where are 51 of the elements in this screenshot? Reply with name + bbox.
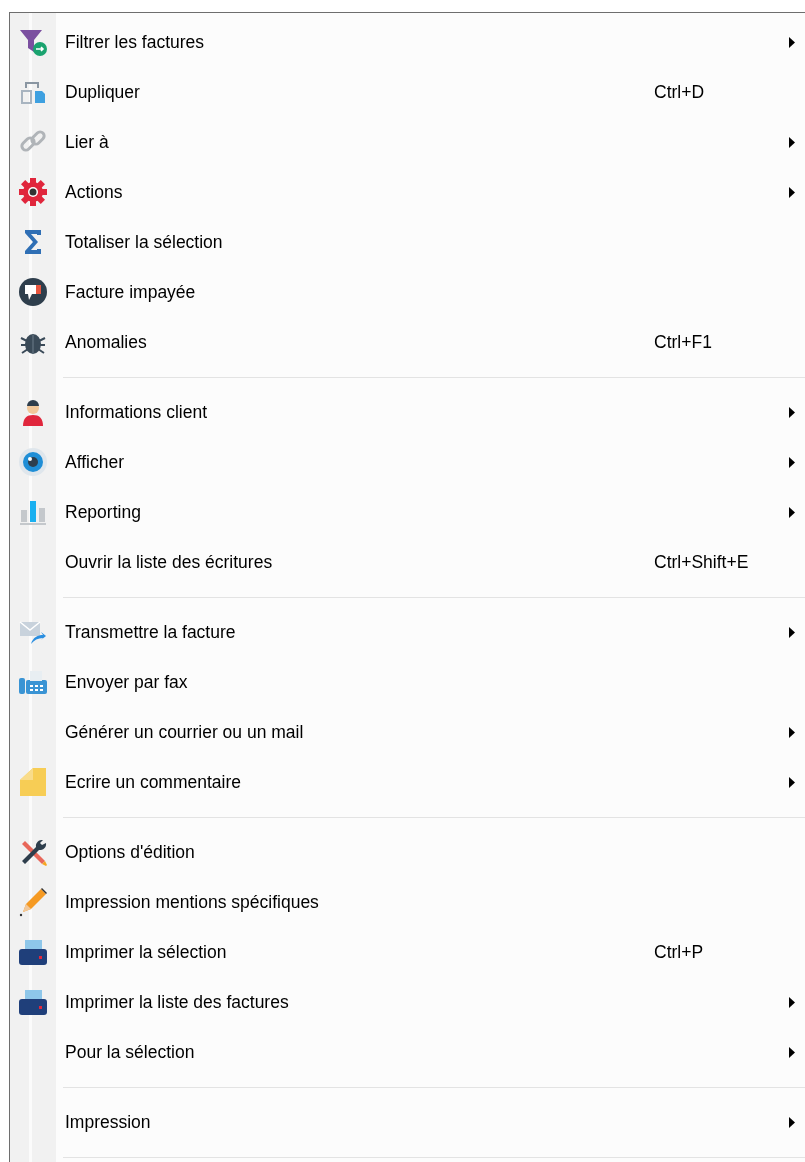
menu-item[interactable]: Transmettre la facture <box>10 607 805 657</box>
menu-item-label: Lier à <box>65 130 110 154</box>
shortcut-label: Ctrl+Shift+E <box>654 550 749 574</box>
menu-item[interactable]: Facture impayée <box>10 267 805 317</box>
shortcut-label: Ctrl+D <box>654 80 705 104</box>
menu-item-label: Informations client <box>65 400 208 424</box>
menu-item[interactable]: Options d'édition <box>10 827 805 877</box>
menu-item[interactable]: Envoyer par fax <box>10 657 805 707</box>
menu-item-label: Impression mentions spécifiques <box>65 890 320 914</box>
eye-icon <box>17 446 49 478</box>
menu-item[interactable]: Générer un courrier ou un mail <box>10 707 805 757</box>
menu-item-label: Imprimer la liste des factures <box>65 990 290 1014</box>
menu-item-label: Actions <box>65 180 124 204</box>
menu-item-label: Générer un courrier ou un mail <box>65 720 305 744</box>
menu-item[interactable]: Impression <box>10 1097 805 1147</box>
menu-item[interactable]: Imprimer la sélection Ctrl+P <box>10 927 805 977</box>
menu-item-label: Filtrer les factures <box>65 30 206 54</box>
menu-item[interactable]: Dupliquer Ctrl+D <box>10 67 805 117</box>
menu-item-label: Options d'édition <box>65 840 196 864</box>
shortcut-label: Ctrl+F1 <box>654 330 712 354</box>
menu-item[interactable]: Informations client <box>10 387 805 437</box>
menu-item[interactable]: Filtrer les factures <box>10 17 805 67</box>
menu-item-label: Reporting <box>65 500 142 524</box>
thumbs-down-icon <box>17 276 49 308</box>
menu-item[interactable]: Actions <box>10 167 805 217</box>
menu-item-label: Ouvrir la liste des écritures <box>65 550 274 574</box>
menu-item[interactable]: Lier à <box>10 117 805 167</box>
pencil-icon <box>17 886 49 918</box>
menu-item-label: Anomalies <box>65 330 148 354</box>
menu-item[interactable]: Pour la sélection <box>10 1027 805 1077</box>
menu-item[interactable]: Totaliser la sélection <box>10 217 805 267</box>
menu-item[interactable]: Reporting <box>10 487 805 537</box>
menu-item-label: Imprimer la sélection <box>65 940 228 964</box>
shortcut-label: Ctrl+P <box>654 940 704 964</box>
menu-item-label: Afficher <box>65 450 125 474</box>
menu-item-label: Facture impayée <box>65 280 197 304</box>
menu-item-label: Envoyer par fax <box>65 670 189 694</box>
menu-item-label: Impression <box>65 1110 152 1134</box>
menu-item-label: Ecrire un commentaire <box>65 770 243 794</box>
gear-icon <box>17 176 49 208</box>
menu-item[interactable]: Impression mentions spécifiques <box>10 877 805 927</box>
menu-item[interactable]: Afficher <box>10 437 805 487</box>
sticky-note-icon <box>17 766 49 798</box>
menu-item-label: Totaliser la sélection <box>65 230 224 254</box>
menu-item-label: Dupliquer <box>65 80 141 104</box>
menu-item[interactable]: Ouvrir la liste des écritures Ctrl+Shift+E <box>10 537 805 587</box>
menu-item[interactable]: Imprimer la liste des factures <box>10 977 805 1027</box>
menu-item[interactable]: Anomalies Ctrl+F1 <box>10 317 805 367</box>
menu-item-label: Transmettre la facture <box>65 620 237 644</box>
menu-item-label: Pour la sélection <box>65 1040 196 1064</box>
menu-item[interactable]: Ecrire un commentaire <box>10 757 805 807</box>
